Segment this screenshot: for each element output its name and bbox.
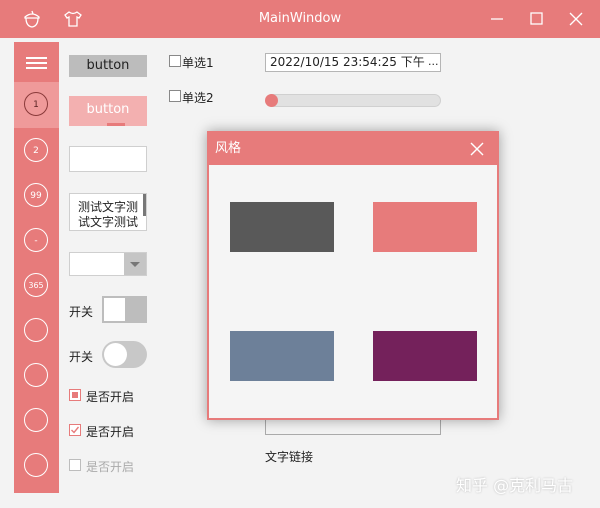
text-input[interactable] bbox=[69, 146, 147, 172]
nav-item-badge[interactable]: 2 bbox=[24, 138, 48, 162]
close-button[interactable] bbox=[561, 4, 591, 34]
chevron-down-icon bbox=[130, 262, 140, 267]
checkbox-partial[interactable] bbox=[69, 389, 81, 401]
nav-item-badge[interactable]: - bbox=[24, 228, 48, 252]
maximize-button[interactable] bbox=[522, 4, 552, 34]
checkbox-label: 是否开启 bbox=[86, 460, 135, 474]
radio-button-1[interactable] bbox=[169, 55, 181, 67]
acorn-icon bbox=[24, 10, 40, 28]
style-dialog: 风格 bbox=[207, 131, 499, 420]
nav-item-badge[interactable]: 99 bbox=[24, 183, 48, 207]
slider-handle[interactable] bbox=[265, 94, 278, 107]
switch-label: 开关 bbox=[69, 305, 94, 319]
close-icon[interactable] bbox=[467, 139, 487, 159]
nav-item-badge[interactable] bbox=[24, 453, 48, 477]
combo-box[interactable] bbox=[69, 252, 147, 276]
tshirt-icon[interactable] bbox=[63, 9, 83, 29]
title-bar: MainWindow bbox=[0, 0, 600, 38]
combo-arrow-button[interactable] bbox=[124, 253, 146, 275]
round-switch[interactable] bbox=[102, 341, 147, 368]
slider-track[interactable] bbox=[266, 94, 441, 107]
text-area[interactable]: 测试文字测试文字测试 bbox=[69, 193, 147, 231]
menu-icon-bar bbox=[26, 67, 47, 69]
check-icon bbox=[71, 426, 80, 434]
menu-icon[interactable] bbox=[26, 57, 47, 59]
nav-item-badge[interactable]: 365 bbox=[24, 273, 48, 297]
dialog-header: 风格 bbox=[209, 133, 497, 165]
switch-label: 开关 bbox=[69, 350, 94, 364]
square-switch[interactable] bbox=[102, 296, 147, 323]
radio-label: 单选1 bbox=[182, 56, 214, 70]
checkbox-partial-fill bbox=[72, 392, 78, 398]
theme-swatch-gray[interactable] bbox=[230, 202, 334, 252]
checkbox-disabled[interactable] bbox=[69, 459, 81, 471]
watermark: 知乎 @克利马古 bbox=[456, 476, 574, 495]
nav-item-badge[interactable]: 1 bbox=[24, 92, 48, 116]
minimize-button[interactable] bbox=[482, 4, 512, 34]
nav-item-badge[interactable] bbox=[24, 318, 48, 342]
checkbox-label: 是否开启 bbox=[86, 425, 135, 439]
datetime-picker-button[interactable]: ... bbox=[428, 53, 439, 72]
switch-knob bbox=[104, 343, 127, 366]
theme-swatch-red[interactable] bbox=[373, 202, 477, 252]
switch-knob bbox=[104, 298, 125, 321]
text-area-scrollbar[interactable] bbox=[143, 194, 146, 216]
primary-button[interactable]: button bbox=[69, 55, 147, 77]
checkbox-checked[interactable] bbox=[69, 424, 81, 436]
disabled-button-label: button bbox=[86, 102, 130, 117]
text-link[interactable]: 文字链接 bbox=[265, 448, 313, 465]
text-area-content: 测试文字测试文字测试 bbox=[78, 200, 139, 229]
nav-item-badge[interactable] bbox=[24, 408, 48, 432]
checkbox-label: 是否开启 bbox=[86, 390, 135, 404]
radio-label: 单选2 bbox=[182, 91, 214, 105]
menu-icon-bar bbox=[26, 62, 47, 64]
radio-button-2[interactable] bbox=[169, 90, 181, 102]
theme-swatch-blue[interactable] bbox=[230, 331, 334, 381]
button-underline bbox=[107, 123, 125, 126]
nav-item-badge[interactable] bbox=[24, 363, 48, 387]
disabled-button[interactable]: button bbox=[69, 96, 147, 126]
datetime-field[interactable]: 2022/10/15 23:54:25 下午 bbox=[265, 53, 441, 72]
dialog-title: 风格 bbox=[215, 141, 242, 156]
datetime-value: 2022/10/15 23:54:25 下午 bbox=[270, 55, 425, 69]
theme-swatch-purple[interactable] bbox=[373, 331, 477, 381]
sidebar-nav: 1 2 99 - 365 bbox=[14, 42, 59, 493]
